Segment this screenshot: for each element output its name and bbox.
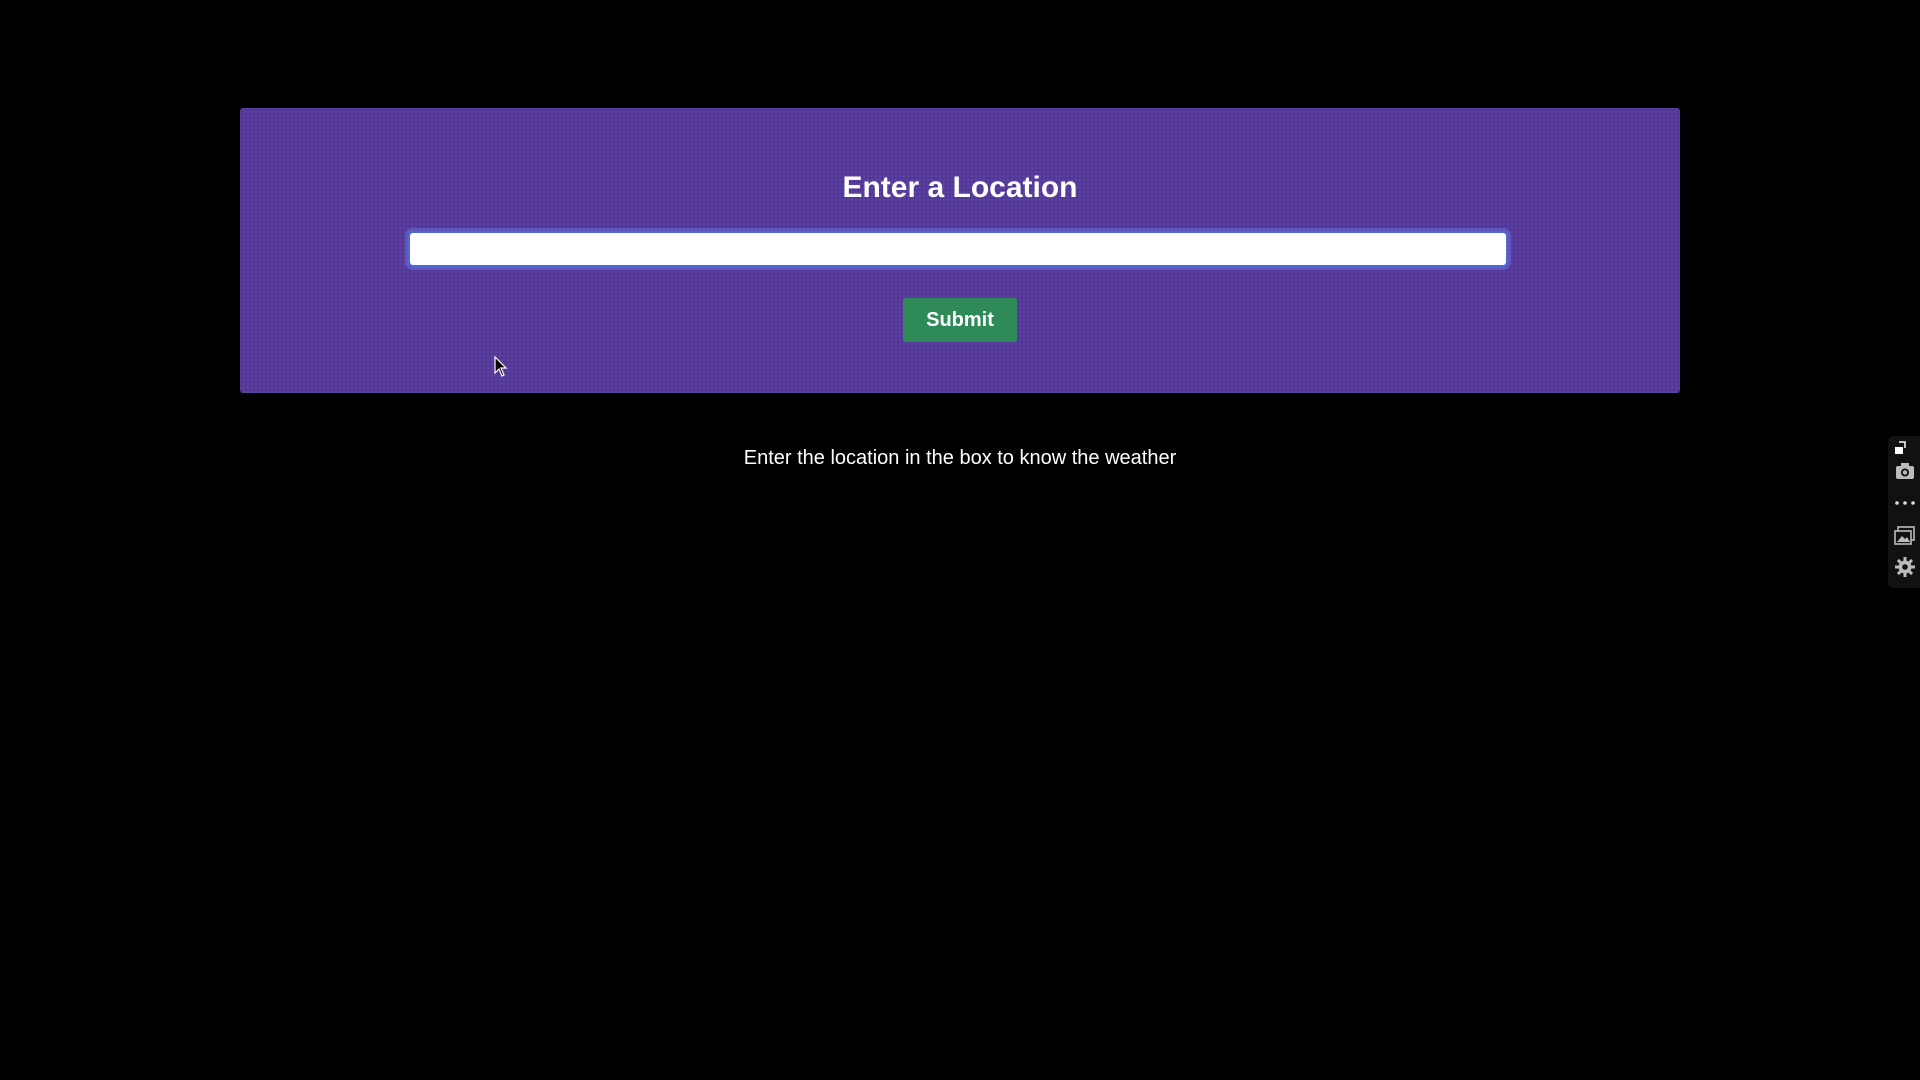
- more-icon[interactable]: [1894, 492, 1916, 514]
- pin-icon[interactable]: [1892, 440, 1908, 456]
- camera-icon[interactable]: [1894, 460, 1916, 482]
- hint-text: Enter the location in the box to know th…: [743, 447, 1177, 469]
- location-input[interactable]: [408, 231, 1508, 267]
- side-toolbar: [1888, 436, 1920, 588]
- location-form-panel: Enter a Location Submit: [240, 108, 1680, 393]
- form-title: Enter a Location: [842, 171, 1078, 204]
- mouse-cursor-icon: [494, 356, 508, 377]
- gallery-icon[interactable]: [1894, 524, 1916, 546]
- submit-button[interactable]: Submit: [903, 298, 1017, 342]
- page: Enter a Location Submit Enter the locati…: [0, 0, 1920, 1080]
- gear-icon[interactable]: [1894, 556, 1916, 578]
